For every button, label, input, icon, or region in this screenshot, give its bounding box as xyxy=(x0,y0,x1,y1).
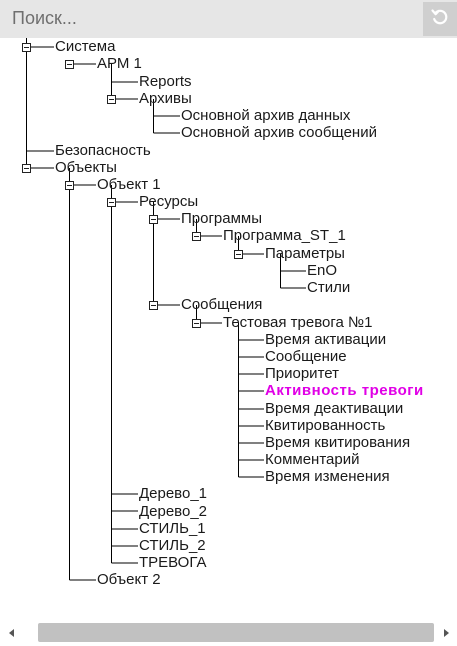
reset-button[interactable] xyxy=(423,2,457,36)
collapse-toggle-sistema[interactable] xyxy=(22,43,31,52)
tree-node-stili[interactable]: Стили xyxy=(307,279,350,296)
tree-node-arkhivy[interactable]: Архивы xyxy=(139,90,192,107)
scroll-right-icon[interactable] xyxy=(440,626,452,638)
search-input[interactable] xyxy=(2,2,421,34)
collapse-toggle-test-alarm[interactable] xyxy=(192,319,201,328)
tree-node-deactivation-time[interactable]: Время деактивации xyxy=(265,400,403,417)
tree-node-stil2[interactable]: СТИЛЬ_2 xyxy=(139,537,206,554)
tree-node-programma-st1[interactable]: Программа_ST_1 xyxy=(223,227,346,244)
refresh-icon xyxy=(430,7,450,32)
tree-node-derevo2[interactable]: Дерево_2 xyxy=(139,503,207,520)
collapse-toggle-resursy[interactable] xyxy=(107,198,116,207)
tree-node-obekty[interactable]: Объекты xyxy=(55,159,117,176)
tree-node-test-alarm[interactable]: Тестовая тревога №1 xyxy=(223,314,372,331)
tree-node-programmy[interactable]: Программы xyxy=(181,210,262,227)
tree-node-arm1[interactable]: АРМ 1 xyxy=(97,55,142,72)
tree-node-parametry[interactable]: Параметры xyxy=(265,245,345,262)
search-bar xyxy=(0,0,457,38)
tree-node-acknowledged[interactable]: Квитированность xyxy=(265,417,385,434)
tree-node-activation-time[interactable]: Время активации xyxy=(265,331,386,348)
collapse-toggle-obekty[interactable] xyxy=(22,164,31,173)
scrollbar-thumb[interactable] xyxy=(38,623,434,642)
tree-node-sistema[interactable]: Система xyxy=(55,38,115,55)
collapse-toggle-programmy[interactable] xyxy=(149,215,158,224)
collapse-toggle-arkhivy[interactable] xyxy=(107,95,116,104)
collapse-toggle-programma-st1[interactable] xyxy=(192,232,201,241)
horizontal-scrollbar[interactable] xyxy=(0,619,457,646)
tree-node-message[interactable]: Сообщение xyxy=(265,348,347,365)
tree-node-eno[interactable]: EnO xyxy=(307,262,337,279)
collapse-toggle-parametry[interactable] xyxy=(234,250,243,259)
tree-node-change-time[interactable]: Время изменения xyxy=(265,468,390,485)
collapse-toggle-obekt1[interactable] xyxy=(65,181,74,190)
tree-node-soobshcheniya[interactable]: Сообщения xyxy=(181,296,262,313)
tree-node-comment[interactable]: Комментарий xyxy=(265,451,359,468)
tree-node-ack-time[interactable]: Время квитирования xyxy=(265,434,410,451)
tree-node-obekt1[interactable]: Объект 1 xyxy=(97,176,161,193)
tree-node-stil1[interactable]: СТИЛЬ_1 xyxy=(139,520,206,537)
tree-node-archive-data[interactable]: Основной архив данных xyxy=(181,107,350,124)
tree-node-resursy[interactable]: Ресурсы xyxy=(139,193,198,210)
scroll-left-icon[interactable] xyxy=(6,626,18,638)
tree-node-archive-messages[interactable]: Основной архив сообщений xyxy=(181,124,377,141)
tree-node-obekt2[interactable]: Объект 2 xyxy=(97,571,161,588)
tree-node-derevo1[interactable]: Дерево_1 xyxy=(139,485,207,502)
tree-node-bezopasnost[interactable]: Безопасность xyxy=(55,142,151,159)
tree-node-reports[interactable]: Reports xyxy=(139,73,192,90)
collapse-toggle-arm1[interactable] xyxy=(65,60,74,69)
tree-node-priority[interactable]: Приоритет xyxy=(265,365,339,382)
tree-node-alarm-activity-selected[interactable]: Активность тревоги xyxy=(265,382,424,399)
tree-view: Система АРМ 1 Reports Архивы Основной ар… xyxy=(0,38,457,618)
tree-node-trevoga[interactable]: ТРЕВОГА xyxy=(139,554,206,571)
collapse-toggle-soobshcheniya[interactable] xyxy=(149,301,158,310)
